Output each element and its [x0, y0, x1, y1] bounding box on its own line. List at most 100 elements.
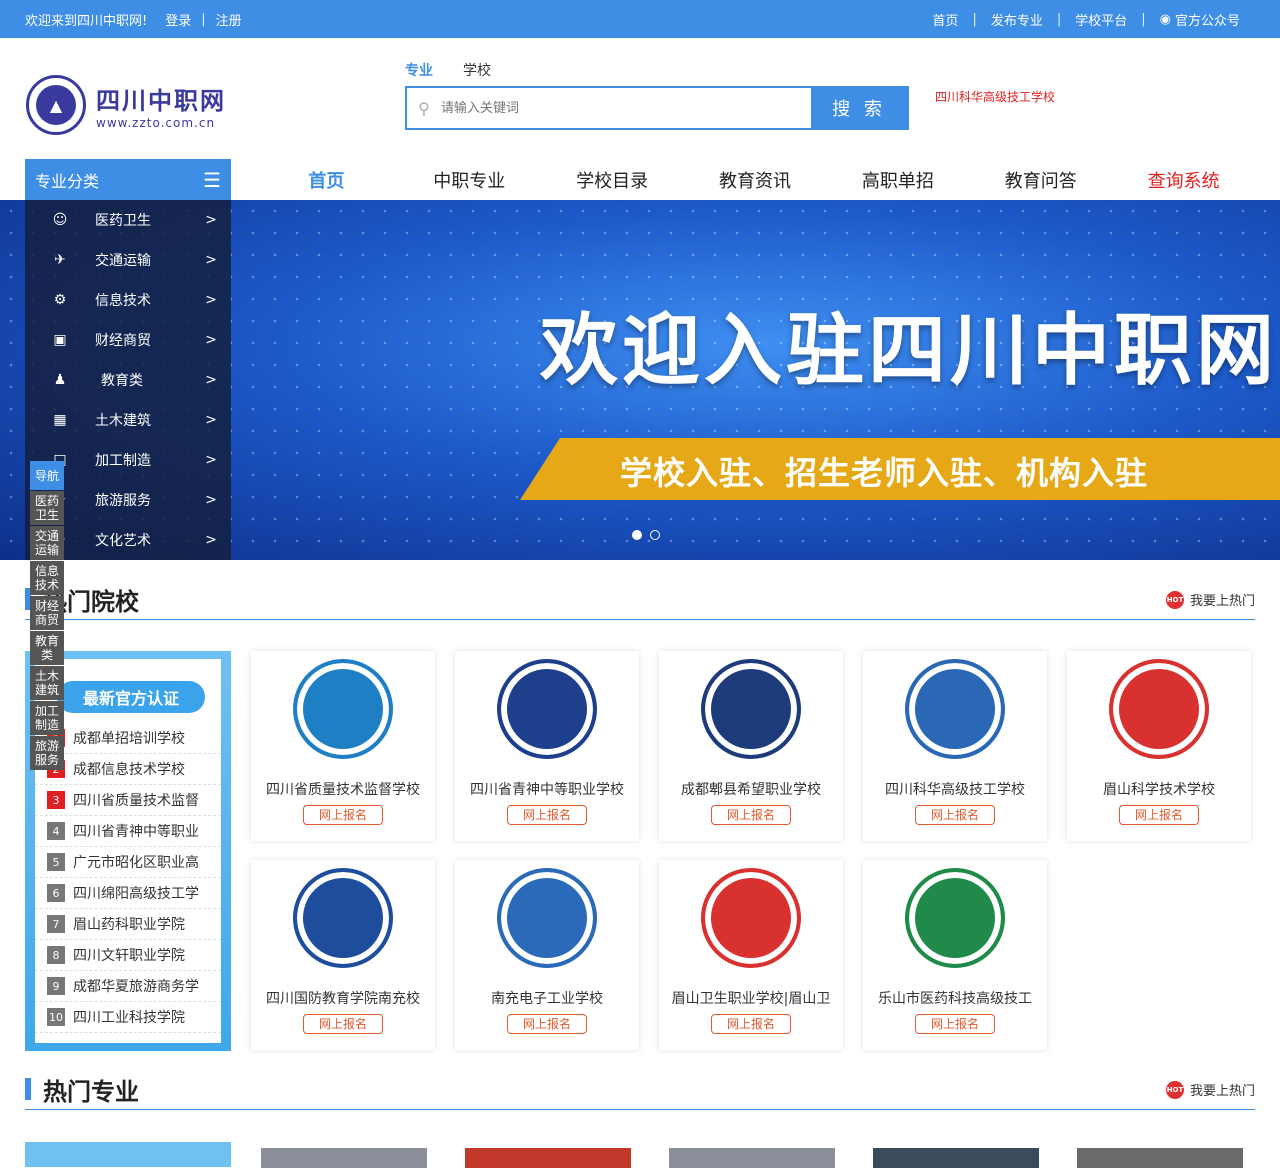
major-thumbnail[interactable]	[465, 1148, 631, 1168]
apply-button[interactable]: 网上报名	[303, 805, 383, 825]
building-icon: ▦	[53, 412, 67, 428]
search-tab-major[interactable]: 专业	[405, 60, 433, 80]
apply-button[interactable]: 网上报名	[711, 805, 791, 825]
school-card[interactable]: 成都郫县希望职业学校 网上报名	[659, 651, 843, 841]
school-emblem	[293, 659, 393, 759]
ranking-item[interactable]: 5 广元市昭化区职业高	[35, 847, 221, 878]
transport-icon: ✈	[54, 252, 66, 268]
apply-button[interactable]: 网上报名	[711, 1014, 791, 1034]
people-icon: ♟	[53, 372, 67, 388]
floating-nav-item[interactable]: 交通运输	[30, 526, 64, 560]
school-card[interactable]: 四川省青神中等职业学校 网上报名	[455, 651, 639, 841]
search-tab-school[interactable]: 学校	[463, 60, 491, 80]
school-card[interactable]: 四川国防教育学院南充校 网上报名	[251, 860, 435, 1050]
apply-button[interactable]: 网上报名	[915, 1014, 995, 1034]
pager-dot[interactable]	[650, 530, 660, 540]
separator: |	[201, 11, 206, 27]
school-card[interactable]: 南充电子工业学校 网上报名	[455, 860, 639, 1050]
floating-nav-item[interactable]: 土木建筑	[30, 666, 64, 700]
monitor-icon: ▣	[53, 332, 67, 348]
separator: |	[1056, 11, 1062, 27]
school-card[interactable]: 眉山科学技术学校 网上报名	[1067, 651, 1251, 841]
floating-nav-item[interactable]: 加工制造	[30, 701, 64, 735]
school-card[interactable]: 四川省质量技术监督学校 网上报名	[251, 651, 435, 841]
get-hot-label: 我要上热门	[1189, 594, 1255, 609]
school-card[interactable]: 乐山市医药科技高级技工 网上报名	[863, 860, 1047, 1050]
school-emblem	[1109, 659, 1209, 759]
school-emblem	[905, 868, 1005, 968]
ranking-item[interactable]: 7 眉山药科职业学院	[35, 909, 221, 940]
apply-button[interactable]: 网上报名	[303, 1014, 383, 1034]
majors-panel	[25, 1142, 231, 1167]
chevron-right-icon: >	[205, 452, 217, 468]
category-item[interactable]: ☺ 医药卫生 >	[25, 200, 231, 240]
category-item[interactable]: ▦ 土木建筑 >	[25, 400, 231, 440]
banner-headline: 欢迎入驻四川中职网	[540, 306, 1279, 396]
category-item[interactable]: ♟ 教育类 >	[25, 360, 231, 400]
hot-schools-heading: 热门院校 HOT 我要上热门	[25, 580, 1255, 620]
welcome-text: 欢迎来到四川中职网!	[25, 13, 148, 29]
get-hot-label: 我要上热门	[1189, 1084, 1255, 1099]
ranking-item[interactable]: 3 四川省质量技术监督	[35, 785, 221, 816]
nav-news[interactable]: 教育资讯	[684, 167, 827, 193]
floating-nav-item[interactable]: 财经商贸	[30, 596, 64, 630]
login-link[interactable]: 登录	[165, 10, 191, 29]
floating-nav-item[interactable]: 旅游服务	[30, 736, 64, 770]
category-item[interactable]: ✈ 交通运输 >	[25, 240, 231, 280]
apply-button[interactable]: 网上报名	[507, 1014, 587, 1034]
hot-school-link[interactable]: 四川科华高级技工学校	[935, 88, 1055, 105]
school-card[interactable]: 眉山卫生职业学校|眉山卫 网上报名	[659, 860, 843, 1050]
top-link-home[interactable]: 首页	[932, 10, 958, 29]
ranking-item[interactable]: 6 四川绵阳高级技工学	[35, 878, 221, 909]
get-hot-link[interactable]: HOT 我要上热门	[1165, 1080, 1255, 1099]
nav-query[interactable]: 查询系统	[1112, 167, 1255, 193]
category-item[interactable]: ⚙ 信息技术 >	[25, 280, 231, 320]
major-thumbnail[interactable]	[873, 1148, 1039, 1168]
floating-nav-item[interactable]: 教育类	[30, 631, 64, 665]
logo-title: 四川中职网	[96, 86, 226, 115]
major-thumbnail[interactable]	[261, 1148, 427, 1168]
nav-majors[interactable]: 中职专业	[398, 167, 541, 193]
category-header[interactable]: 专业分类 ☰	[25, 159, 231, 200]
logo-url: www.zzto.com.cn	[96, 115, 216, 130]
ranking-item[interactable]: 9 成都华夏旅游商务学	[35, 971, 221, 1002]
search-tabs: 专业 学校	[405, 60, 491, 80]
site-logo[interactable]: ▲ 四川中职网 www.zzto.com.cn	[26, 74, 256, 136]
nav-home[interactable]: 首页	[255, 167, 398, 193]
hot-icon: HOT	[1165, 590, 1184, 609]
apply-button[interactable]: 网上报名	[915, 805, 995, 825]
top-link-publish[interactable]: 发布专业	[991, 10, 1043, 29]
pager-dot[interactable]	[632, 530, 642, 540]
search-button[interactable]: 搜 索	[811, 88, 907, 128]
search-box: ⚲ 搜 索	[405, 86, 909, 130]
apply-button[interactable]: 网上报名	[507, 805, 587, 825]
ranking-item[interactable]: 8 四川文轩职业学院	[35, 940, 221, 971]
school-card[interactable]: 四川科华高级技工学校 网上报名	[863, 651, 1047, 841]
wechat-label: 官方公众号	[1174, 13, 1240, 29]
nav-schools[interactable]: 学校目录	[541, 167, 684, 193]
chevron-right-icon: >	[205, 212, 217, 228]
top-link-platform[interactable]: 学校平台	[1075, 10, 1127, 29]
floating-nav-item[interactable]: 信息技术	[30, 561, 64, 595]
major-thumbnail[interactable]	[1077, 1148, 1243, 1168]
nurse-icon: ☺	[52, 212, 68, 228]
search-input[interactable]	[441, 88, 811, 128]
ranking-badge: 最新官方认证	[57, 681, 205, 713]
ranking-item[interactable]: 4 四川省青神中等职业	[35, 816, 221, 847]
school-emblem	[497, 659, 597, 759]
floating-nav-head[interactable]: 导航	[30, 461, 64, 490]
apply-button[interactable]: 网上报名	[1119, 805, 1199, 825]
category-item[interactable]: ▣ 财经商贸 >	[25, 320, 231, 360]
tech-icon: ⚙	[53, 292, 67, 308]
register-link[interactable]: 注册	[216, 10, 242, 29]
search-icon: ⚲	[418, 98, 430, 118]
ranking-item[interactable]: 10 四川工业科技学院	[35, 1002, 221, 1033]
separator: |	[1141, 11, 1146, 27]
nav-admission[interactable]: 高职单招	[826, 167, 969, 193]
banner-strip-text: 学校入驻、招生老师入驻、机构入驻	[620, 454, 1149, 492]
nav-qa[interactable]: 教育问答	[969, 167, 1112, 193]
floating-nav-item[interactable]: 医药卫生	[30, 491, 64, 525]
top-link-wechat[interactable]: ◉ 官方公众号	[1160, 10, 1240, 29]
get-hot-link[interactable]: HOT 我要上热门	[1165, 590, 1255, 609]
major-thumbnail[interactable]	[669, 1148, 835, 1168]
